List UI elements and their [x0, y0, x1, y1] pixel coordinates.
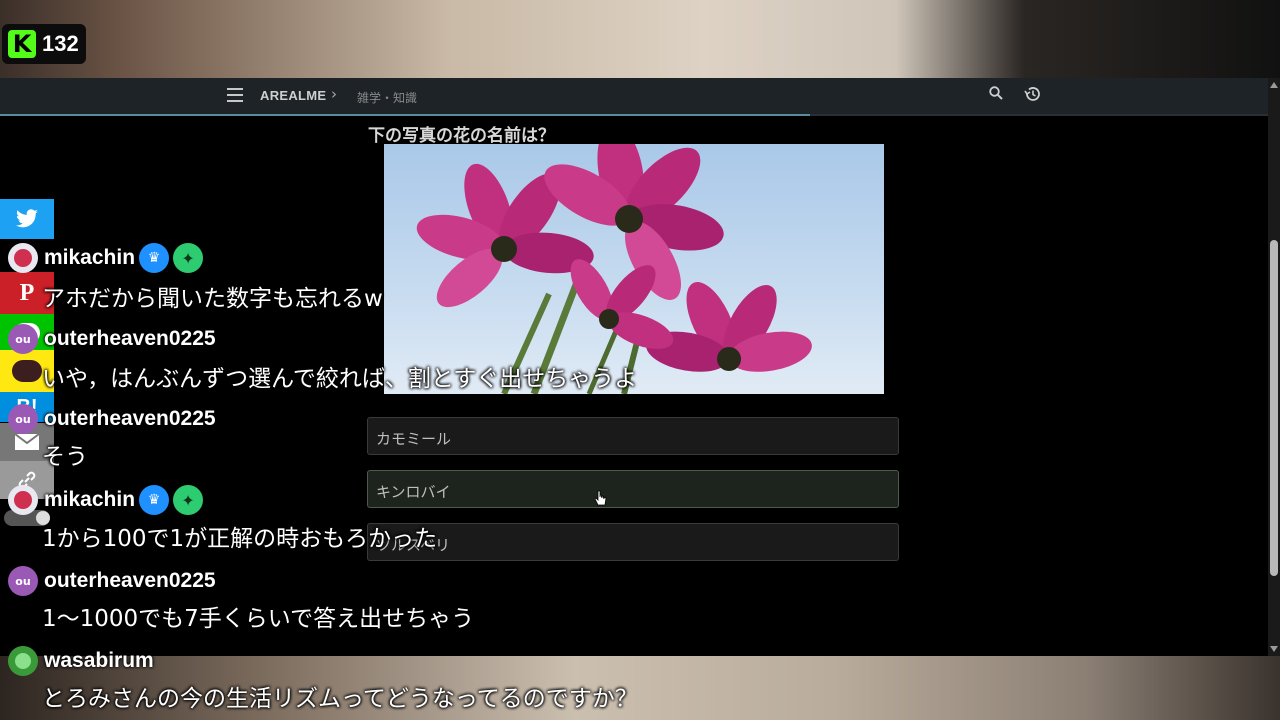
avatar: ou	[8, 404, 38, 434]
chat-user-row: ou outerheaven0225	[8, 566, 216, 596]
crown-badge-icon: ♛	[139, 243, 170, 273]
chat-user-row: ou outerheaven0225	[8, 404, 216, 434]
mail-icon	[14, 433, 40, 450]
avatar	[8, 243, 38, 273]
search-icon[interactable]	[989, 86, 1003, 100]
share-twitter-button[interactable]	[0, 199, 54, 239]
top-navbar: AREALME › 雑学・知識	[0, 78, 1268, 114]
avatar: ou	[8, 324, 38, 354]
chat-user-row: mikachin ♛ ✦	[8, 243, 204, 273]
avatar	[8, 485, 38, 515]
kakaotalk-icon	[12, 360, 42, 382]
chat-message: 1から100で1が正解の時おもろかった	[42, 526, 438, 552]
crown-badge-icon: ♛	[139, 485, 170, 515]
history-icon[interactable]	[1023, 85, 1041, 103]
answer-option-2[interactable]: キンロバイ	[367, 470, 899, 508]
answer-option-3[interactable]: ツルスベリ	[367, 523, 899, 561]
chat-username: outerheaven0225	[44, 407, 216, 430]
webcam-background-top	[0, 0, 1280, 78]
chat-username: outerheaven0225	[44, 327, 216, 350]
scroll-down-arrow-icon[interactable]	[1270, 646, 1278, 652]
page-scrollbar[interactable]	[1268, 78, 1280, 656]
chevron-right-icon: ›	[331, 85, 337, 103]
chat-username: wasabirum	[44, 649, 154, 672]
chat-message: とろみさんの今の生活リズムってどうなってるのですか？	[42, 686, 638, 712]
quiz-question: 下の写真の花の名前は？	[368, 126, 555, 146]
progress-track	[810, 114, 1268, 116]
hand-cursor-icon	[595, 490, 607, 506]
star-badge-icon: ✦	[173, 485, 204, 515]
chat-message: 1～1000でも7手くらいで答え出せちゃう	[42, 606, 475, 632]
chat-username: mikachin	[44, 488, 136, 511]
scroll-up-arrow-icon[interactable]	[1270, 82, 1278, 88]
chat-username: outerheaven0225	[44, 569, 216, 592]
chat-user-row: ou outerheaven0225	[8, 324, 216, 354]
chat-message: いや，はんぶんずつ選んで絞れば、割とすぐ出せちゃうよ	[42, 366, 638, 392]
scrollbar-thumb[interactable]	[1270, 240, 1278, 576]
avatar	[8, 646, 38, 676]
chat-user-row: wasabirum	[8, 646, 154, 676]
cosmos-flower-illustration	[416, 144, 812, 394]
viewer-count: 132	[42, 31, 79, 56]
kick-viewer-badge: K 132	[2, 24, 86, 64]
star-badge-icon: ✦	[173, 243, 204, 273]
chat-message: アホだから聞いた数字も忘れるw	[42, 286, 383, 312]
flower-photo	[384, 144, 884, 394]
chat-user-row: mikachin ♛ ✦	[8, 485, 204, 515]
avatar: ou	[8, 566, 38, 596]
progress-accent-line	[0, 114, 810, 116]
breadcrumb-category[interactable]: 雑学・知識	[357, 89, 417, 106]
pinterest-icon: P	[19, 279, 35, 306]
chat-username: mikachin	[44, 246, 136, 269]
answer-option-1[interactable]: カモミール	[367, 417, 899, 455]
site-brand-link[interactable]: AREALME	[260, 88, 326, 103]
chat-message: そう	[42, 444, 88, 470]
twitter-icon	[16, 209, 38, 228]
kick-logo-icon: K	[8, 30, 36, 58]
hamburger-menu-icon[interactable]	[227, 88, 243, 102]
